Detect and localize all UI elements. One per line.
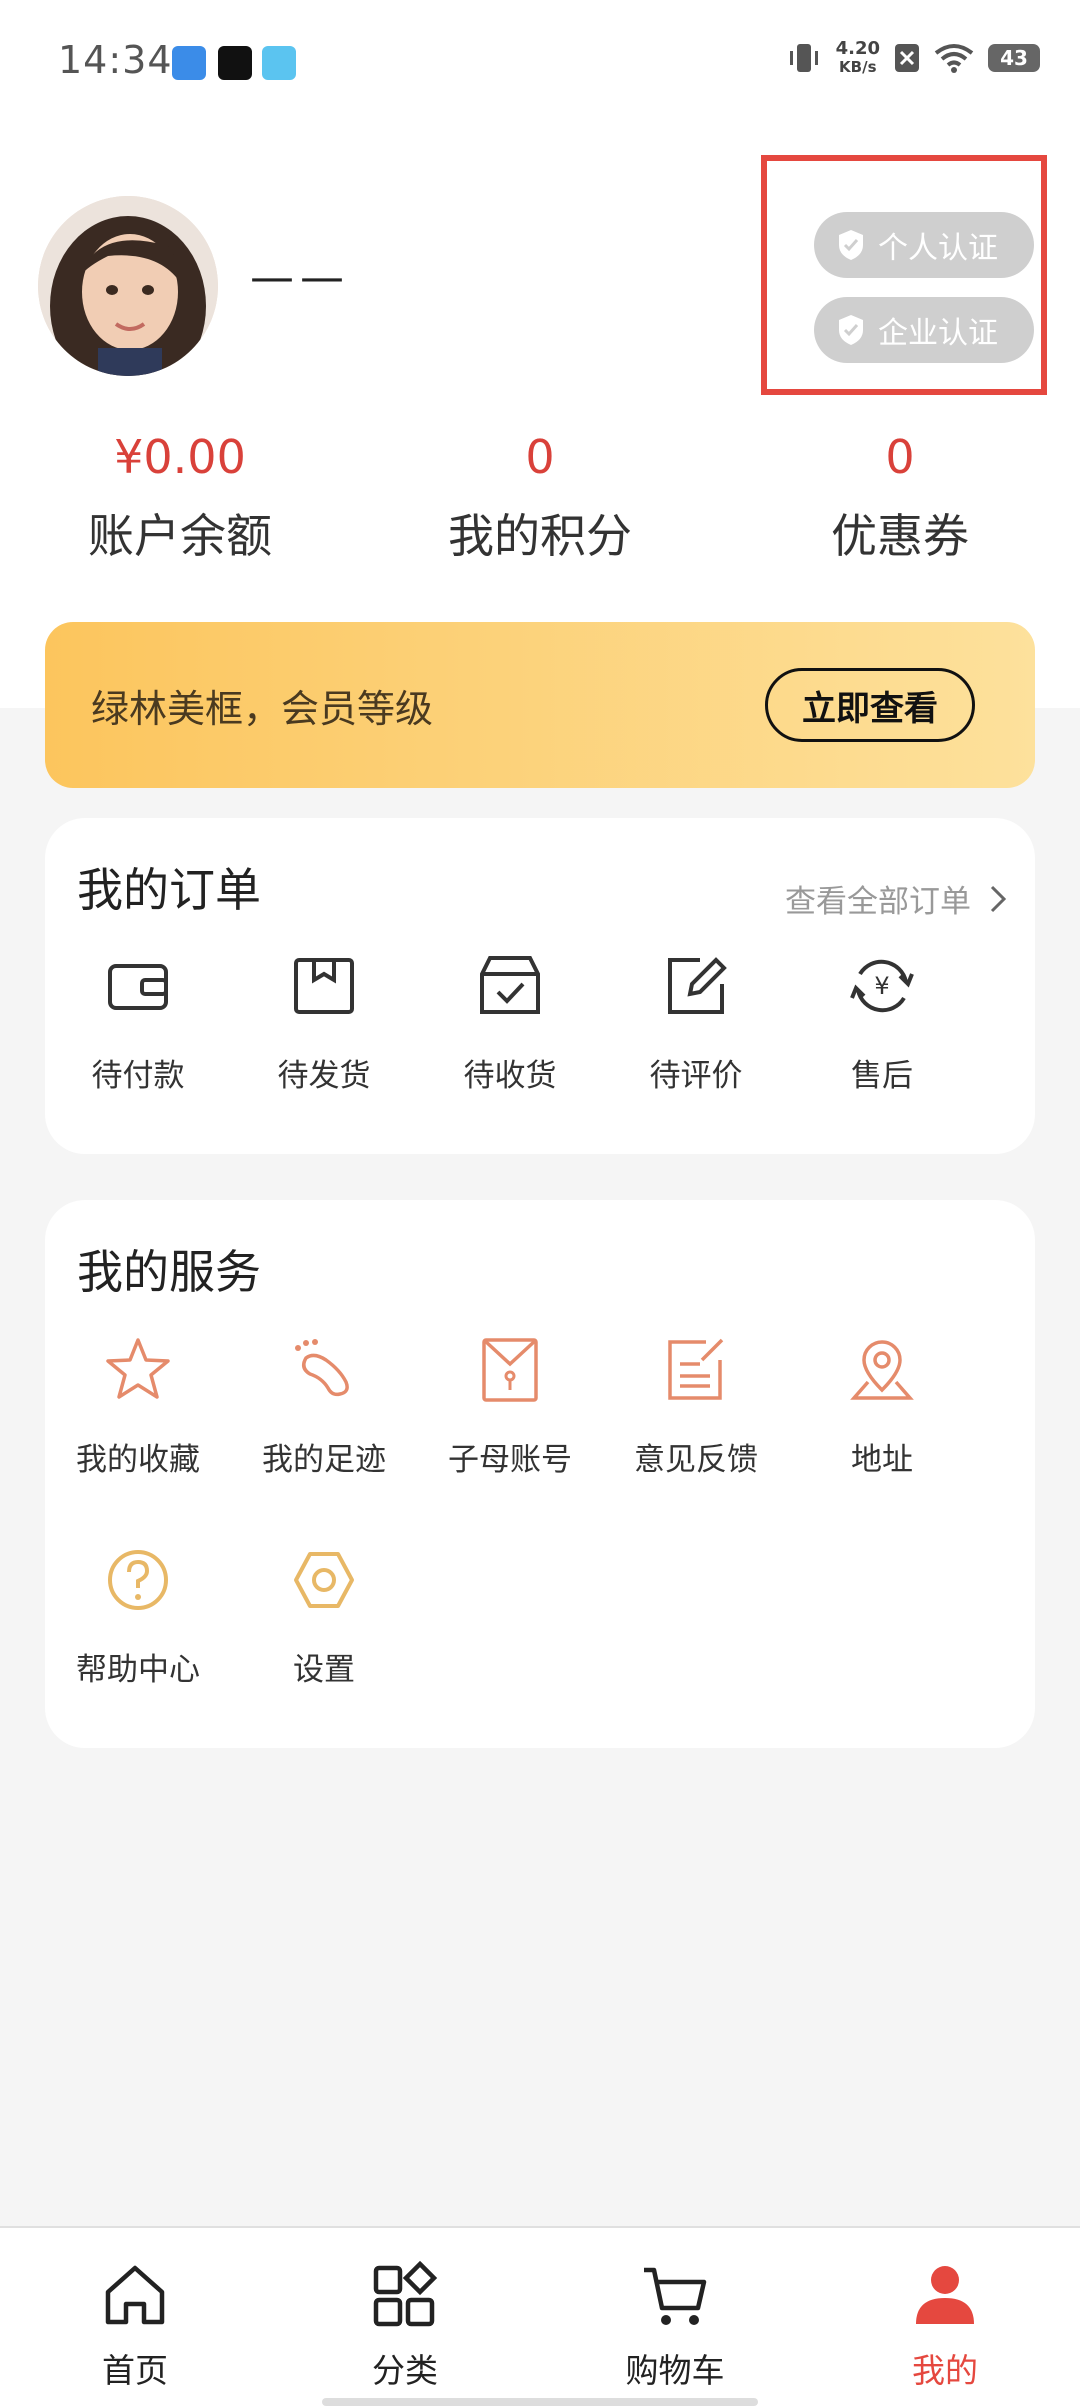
service-item-label: 意见反馈 bbox=[634, 1442, 758, 1478]
status-time: 14:34 bbox=[58, 38, 173, 82]
avatar[interactable] bbox=[38, 196, 218, 376]
order-pending-receipt[interactable]: 待收货 bbox=[417, 946, 603, 1156]
membership-banner: 绿林美框，会员等级 立即查看 bbox=[45, 622, 1035, 788]
service-sub-accounts[interactable]: 子母账号 bbox=[417, 1330, 603, 1540]
personal-certification-button[interactable]: 个人认证 bbox=[814, 212, 1034, 278]
order-item-label: 待收货 bbox=[463, 1058, 557, 1094]
balance-label: 账户余额 bbox=[88, 509, 272, 563]
order-status-grid: 待付款 待发货 待收货 待评价 ¥ 售后 bbox=[45, 946, 975, 1156]
order-pending-review[interactable]: 待评价 bbox=[603, 946, 789, 1156]
envelope-icon bbox=[482, 1338, 538, 1402]
gesture-bar bbox=[322, 2398, 758, 2406]
app-notification-icon bbox=[172, 46, 206, 80]
service-footprints[interactable]: 我的足迹 bbox=[231, 1330, 417, 1540]
edit-icon bbox=[668, 957, 727, 1014]
order-pending-payment[interactable]: 待付款 bbox=[45, 946, 231, 1156]
service-address[interactable]: 地址 bbox=[789, 1330, 975, 1540]
bottom-tab-bar: 首页 分类 购物车 我的 bbox=[0, 2226, 1080, 2408]
box-icon bbox=[294, 958, 354, 1014]
orders-title: 我的订单 bbox=[77, 863, 261, 917]
shield-check-icon bbox=[839, 315, 863, 345]
cart-icon bbox=[644, 2267, 707, 2325]
settings-icon bbox=[294, 1552, 354, 1608]
service-item-label: 地址 bbox=[851, 1442, 913, 1478]
shield-check-icon bbox=[839, 230, 863, 260]
tab-mine[interactable]: 我的 bbox=[810, 2228, 1080, 2408]
username: —— bbox=[250, 252, 350, 303]
service-item-label: 设置 bbox=[293, 1652, 355, 1688]
orders-card: 我的订单 查看全部订单 待付款 待发货 待收货 待评价 ¥ 售后 bbox=[45, 818, 1035, 1154]
tab-label: 分类 bbox=[372, 2351, 438, 2390]
tab-label: 我的 bbox=[912, 2351, 978, 2390]
star-icon bbox=[106, 1338, 170, 1399]
order-after-sales[interactable]: ¥ 售后 bbox=[789, 946, 975, 1156]
feedback-icon bbox=[668, 1338, 724, 1400]
tab-home[interactable]: 首页 bbox=[0, 2228, 270, 2408]
service-settings[interactable]: 设置 bbox=[231, 1540, 417, 1750]
tab-category[interactable]: 分类 bbox=[270, 2228, 540, 2408]
coupons-value: 0 bbox=[885, 430, 915, 484]
tab-label: 购物车 bbox=[625, 2351, 725, 2390]
service-item-label: 帮助中心 bbox=[76, 1652, 200, 1688]
package-check-icon bbox=[480, 956, 540, 1014]
user-icon bbox=[916, 2266, 974, 2324]
order-item-label: 待发货 bbox=[277, 1058, 371, 1094]
balance-stat[interactable]: ¥0.00 账户余额 bbox=[0, 430, 360, 566]
wifi-icon bbox=[934, 44, 974, 73]
order-pending-shipment[interactable]: 待发货 bbox=[231, 946, 417, 1156]
help-icon bbox=[108, 1550, 168, 1610]
account-stats: ¥0.00 账户余额 0 我的积分 0 优惠券 bbox=[0, 430, 1080, 566]
chevron-right-icon bbox=[990, 885, 1007, 912]
membership-text: 绿林美框，会员等级 bbox=[91, 686, 434, 731]
services-grid: 我的收藏 我的足迹 子母账号 意见反馈 地址 帮助中心 设置 bbox=[45, 1330, 975, 1750]
service-favorites[interactable]: 我的收藏 bbox=[45, 1330, 231, 1540]
coupons-label: 优惠券 bbox=[831, 509, 969, 563]
personal-certification-label: 个人认证 bbox=[878, 231, 998, 266]
svg-text:¥: ¥ bbox=[874, 972, 889, 1000]
points-stat[interactable]: 0 我的积分 bbox=[360, 430, 720, 566]
order-item-label: 待付款 bbox=[91, 1058, 185, 1094]
services-title: 我的服务 bbox=[77, 1245, 261, 1299]
service-item-label: 子母账号 bbox=[448, 1442, 572, 1478]
status-bar: 14:34 4.20 KB/s 43 bbox=[0, 0, 1080, 130]
balance-value: ¥0.00 bbox=[114, 430, 246, 484]
tab-label: 首页 bbox=[102, 2351, 168, 2390]
network-speed: 4.20 KB/s bbox=[835, 38, 880, 77]
battery-indicator: 43 bbox=[988, 44, 1040, 72]
view-all-orders-label: 查看全部订单 bbox=[785, 884, 971, 920]
order-item-label: 待评价 bbox=[649, 1058, 743, 1094]
location-icon bbox=[850, 1340, 914, 1400]
service-feedback[interactable]: 意见反馈 bbox=[603, 1330, 789, 1540]
app-notification-icon bbox=[262, 46, 296, 80]
view-all-orders-link[interactable]: 查看全部订单 bbox=[785, 876, 1007, 921]
enterprise-certification-label: 企业认证 bbox=[878, 316, 998, 351]
tab-cart[interactable]: 购物车 bbox=[540, 2228, 810, 2408]
view-now-button[interactable]: 立即查看 bbox=[765, 668, 975, 742]
coupons-stat[interactable]: 0 优惠券 bbox=[720, 430, 1080, 566]
order-item-label: 售后 bbox=[851, 1058, 913, 1094]
service-help-center[interactable]: 帮助中心 bbox=[45, 1540, 231, 1750]
exchange-icon: ¥ bbox=[850, 959, 914, 1013]
service-item-label: 我的足迹 bbox=[262, 1442, 386, 1478]
enterprise-certification-button[interactable]: 企业认证 bbox=[814, 297, 1034, 363]
points-label: 我的积分 bbox=[448, 509, 632, 563]
points-value: 0 bbox=[525, 430, 555, 484]
services-card: 我的服务 我的收藏 我的足迹 子母账号 意见反馈 地址 帮助中心 设置 bbox=[45, 1200, 1035, 1748]
category-icon bbox=[373, 2260, 438, 2327]
no-sim-icon bbox=[895, 44, 919, 72]
footprint-icon bbox=[295, 1339, 349, 1397]
home-icon bbox=[105, 2265, 165, 2325]
tiktok-icon bbox=[218, 46, 252, 80]
vibrate-icon bbox=[789, 44, 818, 72]
wallet-icon bbox=[108, 964, 168, 1010]
service-item-label: 我的收藏 bbox=[76, 1442, 200, 1478]
